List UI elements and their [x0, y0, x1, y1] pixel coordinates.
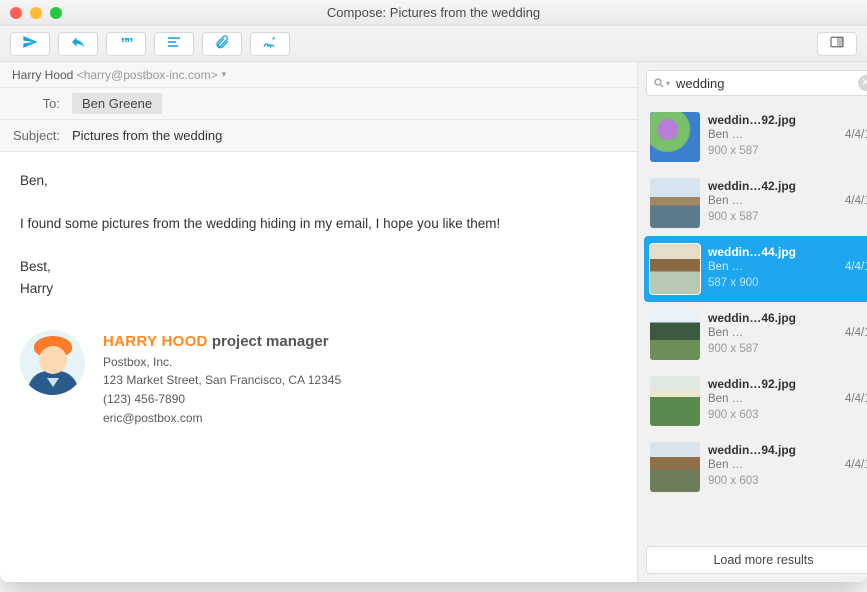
result-filename: weddin…92.jpg [708, 112, 867, 128]
result-from: Ben … [708, 128, 743, 144]
close-window-button[interactable] [10, 7, 22, 19]
window-title: Compose: Pictures from the wedding [0, 5, 867, 20]
side-panel: ▾ ✕ weddin…92.jpgBen …4/4/13900 x 587wed… [637, 62, 867, 582]
toggle-sidebar-button[interactable] [817, 32, 857, 56]
result-from: Ben … [708, 458, 743, 474]
subject-input[interactable]: Pictures from the wedding [72, 128, 222, 143]
result-thumbnail [650, 310, 700, 360]
body-line: Harry [20, 278, 617, 300]
result-filename: weddin…94.jpg [708, 442, 867, 458]
body-line: Best, [20, 256, 617, 278]
align-button[interactable] [154, 32, 194, 56]
result-filename: weddin…42.jpg [708, 178, 867, 194]
signature-name: HARRY HOOD [103, 333, 208, 350]
minimize-window-button[interactable] [30, 7, 42, 19]
result-filename: weddin…44.jpg [708, 244, 867, 260]
reply-icon [70, 34, 86, 53]
from-email: <harry@postbox-inc.com> [77, 68, 218, 82]
result-item[interactable]: weddin…92.jpgBen … 4/4/13900 x 603 [644, 368, 867, 434]
signature-company: Postbox, Inc. [103, 353, 341, 372]
result-meta: weddin…42.jpgBen … 4/4/13900 x 587 [708, 178, 867, 225]
align-left-icon [166, 34, 182, 53]
result-from: Ben … [708, 260, 743, 276]
quote-icon: ”” [121, 35, 132, 52]
result-meta: weddin…92.jpgBen … 4/4/13900 x 603 [708, 376, 867, 423]
search-input[interactable] [676, 76, 852, 91]
result-date: 4/4/13 [845, 458, 867, 474]
result-thumbnail [650, 178, 700, 228]
result-meta: weddin…46.jpgBen … 4/4/13900 x 587 [708, 310, 867, 357]
paperclip-icon [214, 34, 230, 53]
result-dimensions: 900 x 587 [708, 144, 867, 160]
traffic-lights [10, 7, 62, 19]
result-date: 4/4/13 [845, 392, 867, 408]
signature-text: HARRY HOOD project manager Postbox, Inc.… [103, 330, 341, 428]
signature-icon [262, 34, 278, 53]
compose-panel: Harry Hood <harry@postbox-inc.com> ▾ To:… [0, 62, 637, 582]
search-box[interactable]: ▾ ✕ [646, 70, 867, 96]
avatar [20, 330, 85, 395]
result-meta: weddin…44.jpgBen … 4/4/13587 x 900 [708, 244, 867, 291]
zoom-window-button[interactable] [50, 7, 62, 19]
reply-button[interactable] [58, 32, 98, 56]
result-dimensions: 900 x 587 [708, 210, 867, 226]
result-date: 4/4/13 [845, 128, 867, 144]
from-selector[interactable]: Harry Hood <harry@postbox-inc.com> ▾ [0, 62, 637, 88]
body-line: Ben, [20, 170, 617, 192]
result-thumbnail [650, 442, 700, 492]
result-from: Ben … [708, 194, 743, 210]
result-dimensions: 900 x 603 [708, 408, 867, 424]
result-thumbnail [650, 244, 700, 294]
result-item[interactable]: weddin…92.jpgBen … 4/4/13900 x 587 [644, 104, 867, 170]
to-label: To: [12, 96, 72, 111]
results-list: weddin…92.jpgBen …4/4/13900 x 587weddin…… [638, 104, 867, 538]
signature-button[interactable] [250, 32, 290, 56]
result-item[interactable]: weddin…46.jpgBen … 4/4/13900 x 587 [644, 302, 867, 368]
search-icon: ▾ [653, 77, 670, 89]
result-dimensions: 587 x 900 [708, 276, 867, 292]
result-date: 4/4/13 [845, 326, 867, 342]
result-from: Ben … [708, 392, 743, 408]
result-dimensions: 900 x 587 [708, 342, 867, 358]
search-row: ▾ ✕ [638, 62, 867, 104]
result-thumbnail [650, 112, 700, 162]
recipient-pill[interactable]: Ben Greene [72, 93, 162, 114]
load-more-button[interactable]: Load more results [646, 546, 867, 574]
search-panel: ▾ ✕ weddin…92.jpgBen …4/4/13900 x 587wed… [638, 62, 867, 582]
result-thumbnail [650, 376, 700, 426]
result-meta: weddin…94.jpgBen … 4/4/13900 x 603 [708, 442, 867, 489]
attach-button[interactable] [202, 32, 242, 56]
signature-role: project manager [212, 333, 329, 350]
result-filename: weddin…92.jpg [708, 376, 867, 392]
result-date: 4/4/13 [845, 194, 867, 210]
result-from: Ben … [708, 326, 743, 342]
subject-row: Subject: Pictures from the wedding [0, 120, 637, 152]
result-item[interactable]: weddin…42.jpgBen … 4/4/13900 x 587 [644, 170, 867, 236]
body-line: I found some pictures from the wedding h… [20, 213, 617, 235]
to-row: To: Ben Greene [0, 88, 637, 120]
signature-address: 123 Market Street, San Francisco, CA 123… [103, 371, 341, 390]
result-date: 4/4/13 [845, 260, 867, 276]
message-body[interactable]: Ben, I found some pictures from the wedd… [0, 152, 637, 582]
chevron-down-icon: ▾ [222, 69, 227, 80]
sidebar-icon [829, 34, 845, 53]
titlebar: Compose: Pictures from the wedding [0, 0, 867, 26]
compose-window: Compose: Pictures from the wedding ”” [0, 0, 867, 582]
result-meta: weddin…92.jpgBen … 4/4/13900 x 587 [708, 112, 867, 159]
result-item[interactable]: weddin…44.jpgBen … 4/4/13587 x 900 [644, 236, 867, 302]
signature-phone: (123) 456-7890 [103, 390, 341, 409]
clear-search-button[interactable]: ✕ [858, 75, 867, 91]
main-area: Harry Hood <harry@postbox-inc.com> ▾ To:… [0, 62, 867, 582]
signature-block: HARRY HOOD project manager Postbox, Inc.… [20, 330, 617, 428]
subject-label: Subject: [12, 128, 72, 143]
send-icon [22, 34, 38, 53]
quote-button[interactable]: ”” [106, 32, 146, 56]
toolbar: ”” [0, 26, 867, 62]
send-button[interactable] [10, 32, 50, 56]
from-name: Harry Hood [12, 68, 73, 82]
result-dimensions: 900 x 603 [708, 474, 867, 490]
result-filename: weddin…46.jpg [708, 310, 867, 326]
result-item[interactable]: weddin…94.jpgBen … 4/4/13900 x 603 [644, 434, 867, 500]
signature-email: eric@postbox.com [103, 409, 341, 428]
